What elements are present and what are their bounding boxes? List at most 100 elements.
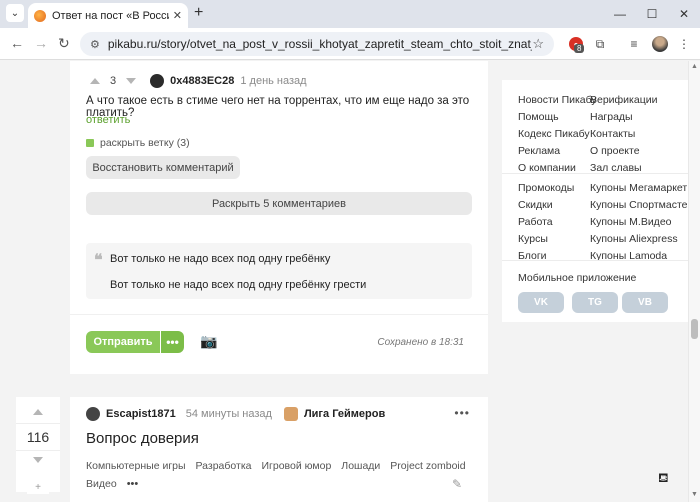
sidebar-link[interactable]: Помощь [518, 111, 590, 123]
comment-author-avatar[interactable] [150, 74, 165, 88]
pikabu-favicon-icon [34, 9, 46, 22]
sidebar-divider [502, 173, 688, 174]
saved-status: Сохранено в 18:31 [377, 337, 464, 348]
sidebar-link[interactable]: Реклама [518, 145, 590, 157]
tab-close-icon[interactable]: ✕ [173, 9, 182, 22]
sidebar-link[interactable]: Кодекс Пикабу [518, 128, 590, 140]
tag[interactable]: Видео [86, 478, 117, 490]
community-avatar[interactable] [283, 407, 298, 421]
promo-link[interactable]: Курсы [518, 233, 590, 245]
camera-icon[interactable]: 📷 [200, 333, 217, 350]
expand-branch-label: раскрыть ветку (3) [100, 137, 190, 149]
sidebar-link[interactable]: Новости Пикабу [518, 94, 597, 106]
extensions-puzzle-icon[interactable]: ⧉ [590, 34, 610, 54]
quoted-text: Вот только не надо всех под одну гребёнк… [110, 253, 331, 265]
expand-comments-button[interactable]: Раскрыть 5 комментариев [86, 192, 472, 215]
url-text: pikabu.ru/story/otvet_na_post_v_rossii_k… [107, 37, 532, 51]
post-tags-row2: Видео ••• [86, 478, 138, 490]
reply-link[interactable]: ответить [86, 114, 130, 126]
browser-menu-icon[interactable]: ⋮ [674, 34, 694, 54]
reply-editor[interactable]: ❝ Вот только не надо всех под одну гребё… [86, 243, 472, 299]
comment-text: А что такое есть в стиме чего нет на тор… [86, 95, 470, 119]
page-content: 3 0x4883EC28 1 день назад А что такое ес… [0, 61, 688, 502]
promo-link[interactable]: Работа [518, 216, 590, 228]
close-window-icon[interactable]: ✕ [668, 0, 700, 28]
plus-square-icon [86, 139, 94, 147]
maximize-icon[interactable]: ☐ [636, 0, 668, 28]
sidebar-link[interactable]: Контакты [590, 128, 686, 140]
site-info-icon[interactable]: ⚙ [90, 38, 100, 51]
tag[interactable]: Лошади [341, 460, 380, 472]
post-upvote-icon[interactable] [33, 409, 43, 415]
submit-bar: Отправить ••• 📷 Сохранено в 18:31 [70, 314, 488, 374]
edit-pencil-icon[interactable]: ✎ [452, 477, 462, 491]
viber-icon: VB [638, 297, 652, 308]
reply-text[interactable]: Вот только не надо всех под одну гребёнк… [110, 279, 366, 291]
back-arrow-icon[interactable]: ← [10, 35, 24, 51]
community-name[interactable]: Лига Геймеров [304, 408, 385, 420]
active-tab[interactable]: Ответ на пост «В России хотят ✕ [28, 3, 188, 28]
vk-app-button[interactable]: VK [518, 292, 564, 313]
promo-link[interactable]: Промокоды [518, 182, 590, 194]
sidebar-link[interactable]: Награды [590, 111, 686, 123]
promo-link[interactable]: Купоны Мегамаркет [590, 182, 687, 194]
post-tags: Компьютерные игры Разработка Игровой юмо… [86, 460, 476, 472]
post-header: Escapist1871 54 минуты назад Лига Геймер… [86, 407, 385, 421]
scroll-down-icon[interactable]: ▼ [691, 491, 698, 498]
sidebar-links-grid: Новости Пикабу Верификации Помощь Наград… [518, 94, 686, 174]
expand-branch-row[interactable]: раскрыть ветку (3) [86, 137, 190, 149]
browser-toolbar: ← → ↻ ⚙ pikabu.ru/story/otvet_na_post_v_… [0, 28, 700, 60]
post-menu-icon[interactable]: ••• [454, 406, 470, 420]
browser-tab-bar: ⌄ Ответ на пост «В России хотят ✕ + — ☐ … [0, 0, 700, 28]
downvote-arrow-icon[interactable] [126, 78, 137, 84]
extension-badge: 8 [574, 44, 585, 53]
send-button[interactable]: Отправить [86, 331, 160, 353]
forward-arrow-icon[interactable]: → [34, 35, 48, 51]
promo-link[interactable]: Купоны М.Видео [590, 216, 686, 228]
post-author[interactable]: Escapist1871 [106, 408, 176, 420]
post-downvote-icon[interactable] [33, 457, 43, 463]
upvote-arrow-icon[interactable] [90, 78, 100, 84]
profile-avatar[interactable] [650, 34, 670, 54]
send-options-button[interactable]: ••• [161, 331, 184, 353]
promo-link[interactable]: Купоны Aliexpress [590, 233, 686, 245]
comment-card: 3 0x4883EC28 1 день назад А что такое ес… [70, 61, 488, 314]
post-time: 54 минуты назад [185, 408, 272, 420]
more-tags-icon[interactable]: ••• [127, 478, 139, 490]
promo-link[interactable]: Скидки [518, 199, 590, 211]
paint-bucket-icon[interactable]: ⛾ [658, 470, 669, 488]
sidebar-divider [502, 260, 688, 261]
sidebar-links: Новости Пикабу Верификации Помощь Наград… [502, 80, 688, 322]
add-button[interactable]: + [27, 480, 49, 494]
viber-app-button[interactable]: VB [622, 292, 668, 313]
sidebar-link[interactable]: О проекте [590, 145, 686, 157]
tag[interactable]: Project zomboid [390, 460, 465, 472]
address-bar[interactable]: ⚙ pikabu.ru/story/otvet_na_post_v_rossii… [80, 32, 554, 56]
tag[interactable]: Разработка [196, 460, 252, 472]
telegram-app-button[interactable]: TG [572, 292, 618, 313]
tag[interactable]: Игровой юмор [262, 460, 332, 472]
reload-icon[interactable]: ↻ [58, 35, 70, 52]
restore-comment-button[interactable]: Восстановить комментарий [86, 156, 240, 179]
scroll-up-icon[interactable]: ▲ [691, 63, 698, 70]
minimize-icon[interactable]: — [604, 0, 636, 28]
sidebar-link[interactable]: Верификации [590, 94, 686, 106]
post-title[interactable]: Вопрос доверия [86, 430, 199, 447]
comment-time: 1 день назад [240, 75, 307, 87]
comment-header: 3 0x4883EC28 1 день назад [90, 74, 307, 88]
window-controls: — ☐ ✕ [604, 0, 700, 28]
promo-link[interactable]: Купоны Спортмастер [590, 199, 688, 211]
tab-search-chevron-icon[interactable]: ⌄ [6, 4, 24, 22]
quote-icon: ❝ [94, 252, 103, 269]
scroll-thumb[interactable] [691, 319, 698, 339]
bookmark-star-icon[interactable]: ☆ [532, 36, 544, 52]
page-scrollbar[interactable]: ▲ ▼ [688, 61, 700, 502]
new-tab-plus-icon[interactable]: + [194, 4, 203, 22]
comment-rating: 3 [110, 75, 117, 87]
media-control-icon[interactable]: ≡ [624, 34, 644, 54]
tab-title: Ответ на пост «В России хотят [52, 9, 169, 22]
post-author-avatar[interactable] [86, 407, 100, 421]
vk-icon: VK [534, 297, 548, 308]
comment-author[interactable]: 0x4883EC28 [170, 75, 234, 87]
tag[interactable]: Компьютерные игры [86, 460, 186, 472]
